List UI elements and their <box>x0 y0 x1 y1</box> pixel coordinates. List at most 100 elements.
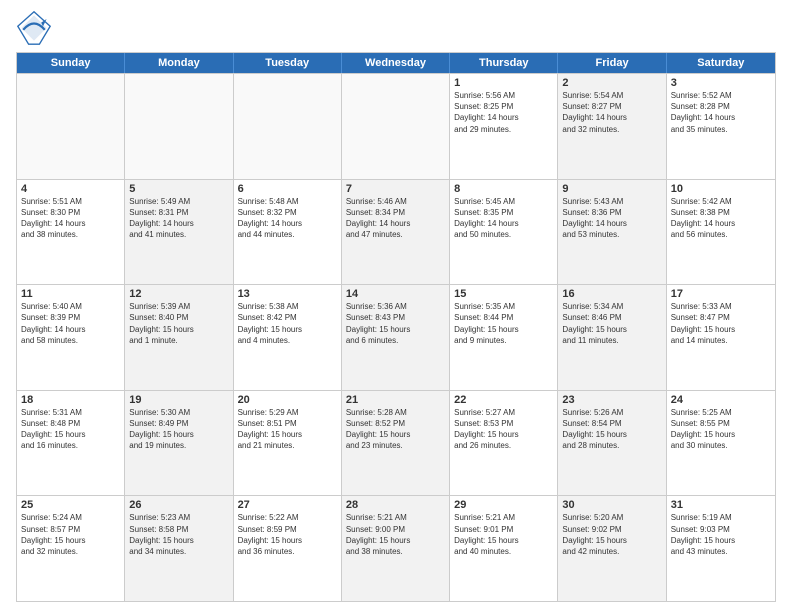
day-info: Sunrise: 5:35 AM Sunset: 8:44 PM Dayligh… <box>454 301 553 346</box>
calendar-cell-2: 2Sunrise: 5:54 AM Sunset: 8:27 PM Daylig… <box>558 74 666 179</box>
calendar-cell-7: 7Sunrise: 5:46 AM Sunset: 8:34 PM Daylig… <box>342 180 450 285</box>
day-number: 16 <box>562 288 661 300</box>
calendar-cell-31: 31Sunrise: 5:19 AM Sunset: 9:03 PM Dayli… <box>667 496 775 601</box>
calendar-cell-empty-0-2 <box>234 74 342 179</box>
calendar-cell-6: 6Sunrise: 5:48 AM Sunset: 8:32 PM Daylig… <box>234 180 342 285</box>
day-number: 31 <box>671 499 771 511</box>
day-number: 27 <box>238 499 337 511</box>
calendar-row-1: 4Sunrise: 5:51 AM Sunset: 8:30 PM Daylig… <box>17 179 775 285</box>
calendar-cell-24: 24Sunrise: 5:25 AM Sunset: 8:55 PM Dayli… <box>667 391 775 496</box>
day-info: Sunrise: 5:27 AM Sunset: 8:53 PM Dayligh… <box>454 407 553 452</box>
calendar-row-0: 1Sunrise: 5:56 AM Sunset: 8:25 PM Daylig… <box>17 73 775 179</box>
day-number: 30 <box>562 499 661 511</box>
calendar-header-wednesday: Wednesday <box>342 53 450 73</box>
calendar-cell-20: 20Sunrise: 5:29 AM Sunset: 8:51 PM Dayli… <box>234 391 342 496</box>
day-number: 1 <box>454 77 553 89</box>
calendar-cell-21: 21Sunrise: 5:28 AM Sunset: 8:52 PM Dayli… <box>342 391 450 496</box>
header <box>16 10 776 46</box>
calendar-cell-12: 12Sunrise: 5:39 AM Sunset: 8:40 PM Dayli… <box>125 285 233 390</box>
day-number: 13 <box>238 288 337 300</box>
day-number: 21 <box>346 394 445 406</box>
day-number: 29 <box>454 499 553 511</box>
day-info: Sunrise: 5:49 AM Sunset: 8:31 PM Dayligh… <box>129 196 228 241</box>
day-info: Sunrise: 5:39 AM Sunset: 8:40 PM Dayligh… <box>129 301 228 346</box>
day-number: 9 <box>562 183 661 195</box>
day-info: Sunrise: 5:29 AM Sunset: 8:51 PM Dayligh… <box>238 407 337 452</box>
day-number: 22 <box>454 394 553 406</box>
day-info: Sunrise: 5:54 AM Sunset: 8:27 PM Dayligh… <box>562 90 661 135</box>
day-info: Sunrise: 5:31 AM Sunset: 8:48 PM Dayligh… <box>21 407 120 452</box>
day-info: Sunrise: 5:52 AM Sunset: 8:28 PM Dayligh… <box>671 90 771 135</box>
calendar-cell-5: 5Sunrise: 5:49 AM Sunset: 8:31 PM Daylig… <box>125 180 233 285</box>
day-info: Sunrise: 5:21 AM Sunset: 9:00 PM Dayligh… <box>346 512 445 557</box>
day-info: Sunrise: 5:36 AM Sunset: 8:43 PM Dayligh… <box>346 301 445 346</box>
calendar-row-2: 11Sunrise: 5:40 AM Sunset: 8:39 PM Dayli… <box>17 284 775 390</box>
day-info: Sunrise: 5:20 AM Sunset: 9:02 PM Dayligh… <box>562 512 661 557</box>
calendar-cell-26: 26Sunrise: 5:23 AM Sunset: 8:58 PM Dayli… <box>125 496 233 601</box>
calendar-row-4: 25Sunrise: 5:24 AM Sunset: 8:57 PM Dayli… <box>17 495 775 601</box>
day-info: Sunrise: 5:28 AM Sunset: 8:52 PM Dayligh… <box>346 407 445 452</box>
page: SundayMondayTuesdayWednesdayThursdayFrid… <box>0 0 792 612</box>
calendar-cell-19: 19Sunrise: 5:30 AM Sunset: 8:49 PM Dayli… <box>125 391 233 496</box>
calendar-cell-30: 30Sunrise: 5:20 AM Sunset: 9:02 PM Dayli… <box>558 496 666 601</box>
calendar-body: 1Sunrise: 5:56 AM Sunset: 8:25 PM Daylig… <box>17 73 775 601</box>
day-number: 23 <box>562 394 661 406</box>
day-number: 6 <box>238 183 337 195</box>
day-number: 14 <box>346 288 445 300</box>
day-info: Sunrise: 5:45 AM Sunset: 8:35 PM Dayligh… <box>454 196 553 241</box>
calendar-cell-3: 3Sunrise: 5:52 AM Sunset: 8:28 PM Daylig… <box>667 74 775 179</box>
calendar-cell-18: 18Sunrise: 5:31 AM Sunset: 8:48 PM Dayli… <box>17 391 125 496</box>
calendar-header-friday: Friday <box>558 53 666 73</box>
calendar-cell-15: 15Sunrise: 5:35 AM Sunset: 8:44 PM Dayli… <box>450 285 558 390</box>
day-number: 28 <box>346 499 445 511</box>
day-number: 24 <box>671 394 771 406</box>
day-info: Sunrise: 5:33 AM Sunset: 8:47 PM Dayligh… <box>671 301 771 346</box>
day-info: Sunrise: 5:21 AM Sunset: 9:01 PM Dayligh… <box>454 512 553 557</box>
calendar-cell-8: 8Sunrise: 5:45 AM Sunset: 8:35 PM Daylig… <box>450 180 558 285</box>
calendar-cell-empty-0-3 <box>342 74 450 179</box>
day-number: 10 <box>671 183 771 195</box>
day-number: 3 <box>671 77 771 89</box>
day-number: 4 <box>21 183 120 195</box>
day-number: 17 <box>671 288 771 300</box>
day-info: Sunrise: 5:48 AM Sunset: 8:32 PM Dayligh… <box>238 196 337 241</box>
day-info: Sunrise: 5:40 AM Sunset: 8:39 PM Dayligh… <box>21 301 120 346</box>
calendar-cell-27: 27Sunrise: 5:22 AM Sunset: 8:59 PM Dayli… <box>234 496 342 601</box>
calendar-cell-1: 1Sunrise: 5:56 AM Sunset: 8:25 PM Daylig… <box>450 74 558 179</box>
logo <box>16 10 56 46</box>
day-info: Sunrise: 5:22 AM Sunset: 8:59 PM Dayligh… <box>238 512 337 557</box>
day-number: 18 <box>21 394 120 406</box>
day-info: Sunrise: 5:42 AM Sunset: 8:38 PM Dayligh… <box>671 196 771 241</box>
day-number: 2 <box>562 77 661 89</box>
day-number: 5 <box>129 183 228 195</box>
calendar-cell-empty-0-1 <box>125 74 233 179</box>
calendar-cell-22: 22Sunrise: 5:27 AM Sunset: 8:53 PM Dayli… <box>450 391 558 496</box>
calendar-cell-16: 16Sunrise: 5:34 AM Sunset: 8:46 PM Dayli… <box>558 285 666 390</box>
calendar-header-saturday: Saturday <box>667 53 775 73</box>
day-info: Sunrise: 5:23 AM Sunset: 8:58 PM Dayligh… <box>129 512 228 557</box>
calendar-cell-13: 13Sunrise: 5:38 AM Sunset: 8:42 PM Dayli… <box>234 285 342 390</box>
day-info: Sunrise: 5:56 AM Sunset: 8:25 PM Dayligh… <box>454 90 553 135</box>
calendar-cell-14: 14Sunrise: 5:36 AM Sunset: 8:43 PM Dayli… <box>342 285 450 390</box>
calendar-header-sunday: Sunday <box>17 53 125 73</box>
calendar-cell-10: 10Sunrise: 5:42 AM Sunset: 8:38 PM Dayli… <box>667 180 775 285</box>
day-number: 15 <box>454 288 553 300</box>
day-info: Sunrise: 5:24 AM Sunset: 8:57 PM Dayligh… <box>21 512 120 557</box>
day-info: Sunrise: 5:34 AM Sunset: 8:46 PM Dayligh… <box>562 301 661 346</box>
calendar-cell-25: 25Sunrise: 5:24 AM Sunset: 8:57 PM Dayli… <box>17 496 125 601</box>
day-number: 20 <box>238 394 337 406</box>
day-info: Sunrise: 5:38 AM Sunset: 8:42 PM Dayligh… <box>238 301 337 346</box>
calendar-cell-empty-0-0 <box>17 74 125 179</box>
day-number: 25 <box>21 499 120 511</box>
calendar: SundayMondayTuesdayWednesdayThursdayFrid… <box>16 52 776 602</box>
calendar-header-monday: Monday <box>125 53 233 73</box>
calendar-cell-9: 9Sunrise: 5:43 AM Sunset: 8:36 PM Daylig… <box>558 180 666 285</box>
day-number: 11 <box>21 288 120 300</box>
day-info: Sunrise: 5:43 AM Sunset: 8:36 PM Dayligh… <box>562 196 661 241</box>
calendar-header-row: SundayMondayTuesdayWednesdayThursdayFrid… <box>17 53 775 73</box>
calendar-cell-4: 4Sunrise: 5:51 AM Sunset: 8:30 PM Daylig… <box>17 180 125 285</box>
logo-icon <box>16 10 52 46</box>
calendar-header-tuesday: Tuesday <box>234 53 342 73</box>
day-number: 7 <box>346 183 445 195</box>
day-number: 26 <box>129 499 228 511</box>
